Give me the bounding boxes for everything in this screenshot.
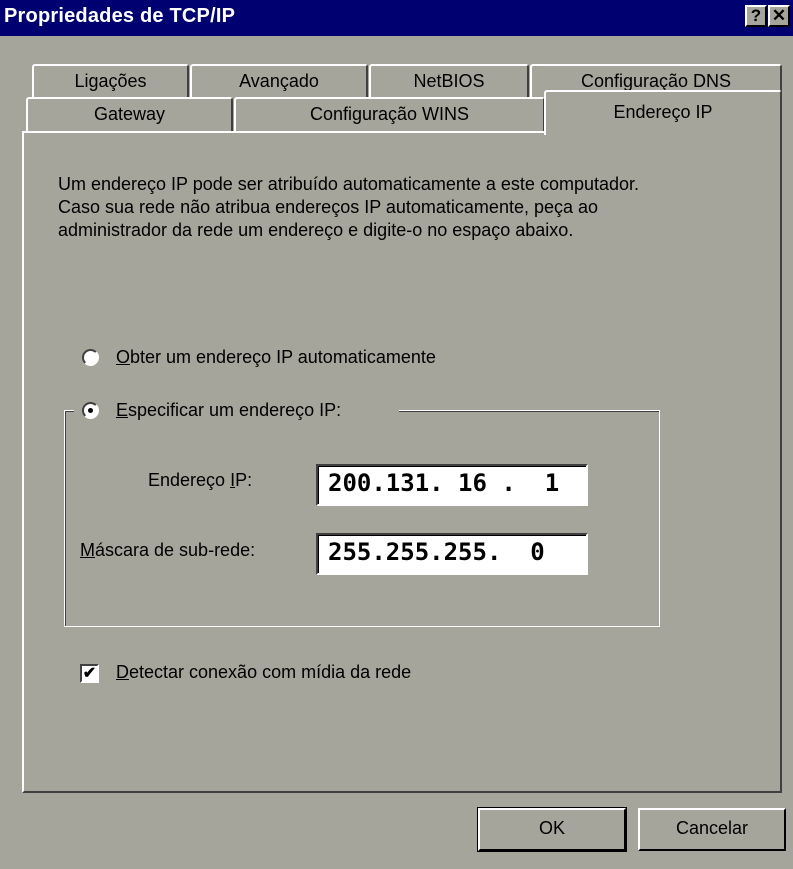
description-text: Um endereço IP pode ser atribuído automa… [58, 174, 640, 240]
checkmark-icon: ✔ [82, 665, 97, 682]
ip-address-label-suffix: P: [235, 470, 253, 490]
detect-media-checkbox[interactable]: ✔ [80, 664, 99, 683]
radio-selected-dot [88, 408, 93, 413]
ip-address-label: Endereço IP: [148, 470, 252, 491]
mnemonic-o: O [116, 347, 131, 367]
mnemonic-m: M [80, 540, 95, 560]
tab-gateway[interactable]: Gateway [26, 97, 233, 131]
radio-auto-ip[interactable] [82, 349, 99, 366]
tab-configuracao-wins[interactable]: Configuração WINS [234, 97, 545, 131]
mnemonic-e: E [116, 400, 129, 420]
tab-endereco-ip[interactable]: Endereço IP [544, 90, 782, 135]
tab-avancado[interactable]: Avançado [190, 64, 368, 98]
subnet-mask-label: Máscara de sub-rede: [80, 540, 255, 561]
tab-ligacoes[interactable]: Ligações [32, 64, 189, 98]
cancel-button[interactable]: Cancelar [638, 808, 786, 851]
window-title: Propriedades de TCP/IP [4, 5, 236, 27]
radio-specify-ip-label[interactable]: Especificar um endereço IP: [116, 400, 341, 421]
radio-specify-ip[interactable] [82, 402, 99, 419]
close-button[interactable]: ✕ [768, 5, 790, 27]
ip-address-input[interactable]: 200.131. 16 . 1 [316, 464, 588, 506]
radio-specify-ip-text: specificar um endereço IP: [128, 400, 342, 420]
radio-auto-ip-label[interactable]: Obter um endereço IP automaticamente [116, 347, 436, 368]
detect-media-text: etectar conexão com mídia da rede [129, 662, 412, 682]
help-button[interactable]: ? [745, 5, 767, 27]
specify-ip-groupbox [64, 410, 660, 627]
subnet-mask-input[interactable]: 255.255.255. 0 [316, 533, 588, 575]
subnet-mask-label-text: áscara de sub-rede: [95, 540, 256, 560]
mnemonic-d: D [116, 662, 129, 682]
radio-auto-ip-text: bter um endereço IP automaticamente [130, 347, 436, 367]
detect-media-label[interactable]: Detectar conexão com mídia da rede [116, 662, 411, 683]
ip-address-label-text: Endereço [148, 470, 231, 490]
tab-netbios[interactable]: NetBIOS [369, 64, 529, 98]
ok-button[interactable]: OK [478, 808, 626, 851]
